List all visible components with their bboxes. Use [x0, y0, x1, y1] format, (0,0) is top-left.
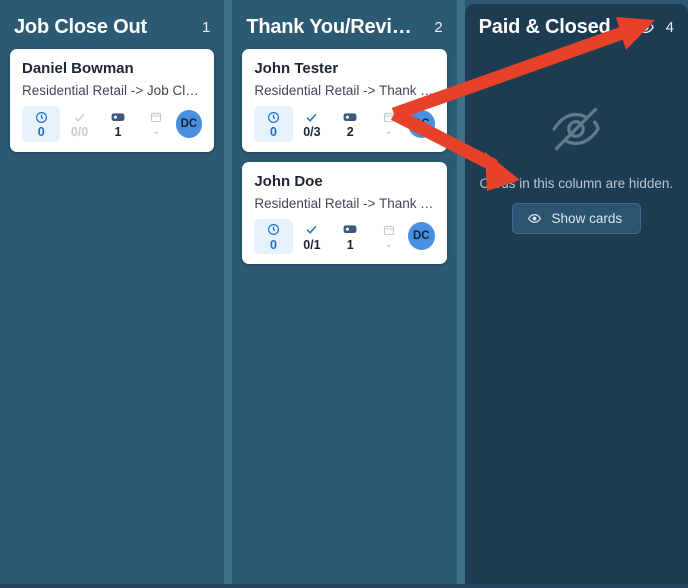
clock-icon [35, 110, 48, 124]
badge-checklist[interactable]: 0/3 [293, 106, 331, 142]
card-subtitle: Residential Retail -> Job Close Out [22, 83, 202, 98]
column-cards-list: John Tester Residential Retail -> Thank … [232, 49, 456, 588]
badge-value: 1 [114, 125, 122, 139]
column-card-count: 1 [201, 19, 211, 36]
card-title: Daniel Bowman [22, 60, 134, 77]
badge-due-date[interactable]: - [369, 106, 407, 142]
card[interactable]: John Tester Residential Retail -> Thank … [242, 49, 447, 152]
badge-value: 0 [270, 125, 277, 139]
badge-value: 1 [346, 237, 354, 252]
column-card-count: 4 [665, 19, 674, 36]
column-divider-2 [456, 0, 465, 588]
eye-icon [527, 211, 542, 226]
check-icon [305, 223, 318, 237]
card-badges: 0 0/1 1 - DC [254, 218, 435, 255]
badge-value: 0/1 [303, 237, 321, 252]
avatar[interactable]: DC [407, 109, 435, 138]
hidden-cards-panel: Cards in this column are hidden. Show ca… [465, 49, 688, 234]
board-column-thank-you-review[interactable]: Thank You/Revi… 2 John Tester Residentia… [232, 4, 457, 588]
comment-icon [111, 110, 125, 124]
check-icon [305, 110, 318, 124]
kanban-board: Job Close Out 1 Daniel Bowman Residentia… [0, 0, 688, 588]
badge-value: 0/3 [303, 125, 321, 139]
badge-value: 0/0 [70, 125, 89, 139]
hidden-cards-message: Cards in this column are hidden. [479, 176, 674, 191]
column-header: Thank You/Revi… 2 [232, 4, 456, 49]
clock-icon [267, 223, 280, 237]
card-title: John Doe [254, 172, 323, 190]
badge-comments[interactable]: 2 [331, 106, 369, 142]
badge-clock[interactable]: 0 [254, 218, 293, 254]
column-title: Job Close Out [14, 16, 147, 38]
card-badges: 0 0/0 1 - DC [22, 106, 203, 142]
badge-clock[interactable]: 0 [254, 106, 293, 142]
calendar-icon [383, 223, 395, 237]
card[interactable]: John Doe Residential Retail -> Thank You… [242, 161, 447, 264]
card-title: John Tester [254, 60, 339, 77]
comment-icon [343, 223, 357, 237]
calendar-icon [150, 110, 162, 124]
badge-comments[interactable]: 1 [331, 219, 369, 255]
badge-checklist[interactable]: 0/1 [293, 219, 331, 255]
comment-icon [343, 110, 357, 124]
badge-checklist[interactable]: 0/0 [60, 106, 98, 142]
bottom-edge-strip [0, 584, 688, 588]
badge-due-date[interactable]: - [369, 219, 407, 255]
badge-comments[interactable]: 1 [99, 106, 137, 142]
board-column-paid-and-closed[interactable]: Paid & Closed 4 Cards in this column are… [464, 4, 688, 588]
show-cards-label: Show cards [551, 211, 623, 226]
badge-due-date[interactable]: - [137, 106, 175, 142]
clock-icon [267, 110, 280, 124]
column-title: Thank You/Revi… [246, 16, 412, 38]
card-badges: 0 0/3 2 - DC [254, 106, 435, 142]
board-column-job-close-out[interactable]: Job Close Out 1 Daniel Bowman Residentia… [0, 4, 225, 588]
column-header: Job Close Out 1 [0, 4, 224, 49]
badge-value: - [154, 125, 159, 139]
eye-off-icon[interactable] [634, 17, 656, 39]
column-card-count: 2 [434, 19, 443, 36]
column-cards-list: Daniel Bowman Residential Retail -> Job … [0, 49, 224, 588]
avatar[interactable]: DC [407, 222, 435, 251]
eye-off-icon [548, 101, 604, 162]
column-divider-1 [224, 0, 233, 588]
calendar-icon [383, 110, 395, 124]
badge-value: 0 [270, 237, 277, 252]
column-header: Paid & Closed 4 [465, 4, 688, 49]
avatar[interactable]: DC [175, 109, 203, 138]
check-icon [73, 110, 86, 124]
show-cards-button[interactable]: Show cards [511, 203, 642, 234]
card-subtitle: Residential Retail -> Thank You E… [254, 195, 435, 211]
badge-value: 2 [346, 125, 354, 139]
column-title: Paid & Closed [478, 16, 611, 38]
badge-value: - [386, 237, 391, 252]
card[interactable]: Daniel Bowman Residential Retail -> Job … [10, 49, 215, 152]
badge-value: - [386, 125, 391, 139]
badge-value: 0 [37, 125, 45, 139]
badge-clock[interactable]: 0 [22, 106, 61, 142]
card-subtitle: Residential Retail -> Thank You F… [254, 83, 435, 98]
